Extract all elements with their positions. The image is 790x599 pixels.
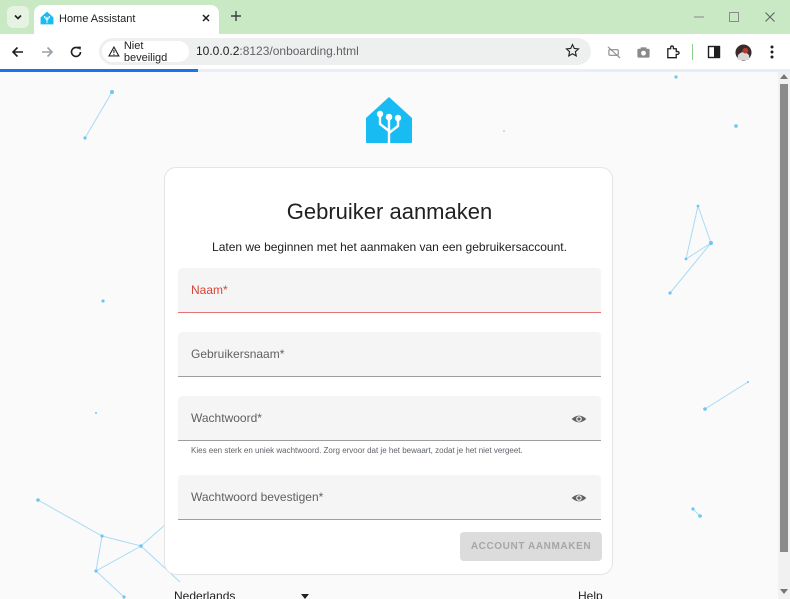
- tab-title: Home Assistant: [59, 13, 136, 25]
- toolbar-divider: [692, 44, 693, 60]
- url-host: 10.0.0.2: [196, 44, 240, 58]
- close-icon: [765, 12, 775, 22]
- minimize-icon: [694, 16, 704, 18]
- help-link[interactable]: Help: [578, 589, 603, 599]
- warning-triangle-icon: [108, 46, 120, 57]
- onboarding-card: Gebruiker aanmaken Laten we beginnen met…: [164, 167, 613, 575]
- plus-icon: [231, 11, 241, 21]
- reload-button[interactable]: [65, 41, 87, 63]
- puzzle-icon: [666, 44, 680, 58]
- home-assistant-favicon-icon: [40, 11, 54, 25]
- arrow-left-icon: [11, 46, 23, 58]
- url-path: :8123/onboarding.html: [239, 44, 359, 58]
- password-field[interactable]: Wachtwoord*: [178, 396, 601, 441]
- screenshot-button[interactable]: [632, 41, 654, 63]
- extensions-button[interactable]: [661, 41, 683, 63]
- scrollbar-thumb[interactable]: [780, 84, 788, 552]
- chevron-down-icon: [14, 14, 22, 20]
- key-off-icon: [607, 45, 621, 59]
- eye-icon[interactable]: [571, 411, 587, 427]
- address-bar[interactable]: Niet beveiligd 10.0.0.2:8123/onboarding.…: [99, 38, 591, 65]
- window-close-button[interactable]: [759, 6, 781, 28]
- page-viewport: Gebruiker aanmaken Laten we beginnen met…: [0, 72, 778, 599]
- camera-icon: [636, 46, 650, 58]
- bookmark-button[interactable]: [565, 43, 580, 63]
- create-account-button[interactable]: ACCOUNT AANMAKEN: [460, 532, 602, 561]
- minimize-button[interactable]: [688, 6, 710, 28]
- password-field-label: Wachtwoord*: [191, 411, 262, 425]
- star-icon: [565, 43, 580, 57]
- avatar: [734, 43, 752, 61]
- back-button[interactable]: [7, 41, 29, 63]
- side-panel-icon: [707, 45, 721, 59]
- confirm-password-field[interactable]: Wachtwoord bevestigen*: [178, 475, 601, 520]
- language-select[interactable]: Nederlands: [174, 589, 235, 599]
- new-tab-button[interactable]: [227, 6, 245, 26]
- page-subtitle: Laten we beginnen met het aanmaken van e…: [212, 240, 567, 254]
- more-vertical-icon: [770, 45, 774, 59]
- page-scrollbar[interactable]: [778, 72, 790, 599]
- url-text: 10.0.0.2:8123/onboarding.html: [196, 44, 359, 58]
- side-panel-button[interactable]: [703, 41, 725, 63]
- arrow-right-icon: [42, 46, 54, 58]
- tab-close-button[interactable]: [197, 9, 215, 27]
- username-field-label: Gebruikersnaam*: [191, 347, 285, 361]
- site-security-chip[interactable]: Niet beveiligd: [102, 39, 189, 64]
- forward-button[interactable]: [36, 41, 58, 63]
- dropdown-caret-icon[interactable]: [301, 594, 309, 599]
- maximize-icon: [729, 12, 739, 22]
- password-helper-text: Kies een sterk en uniek wachtwoord. Zorg…: [191, 446, 523, 455]
- name-field[interactable]: Naam*: [178, 268, 601, 313]
- home-assistant-logo-icon: [366, 97, 412, 143]
- tab-search-button[interactable]: [7, 6, 29, 28]
- name-field-label: Naam*: [191, 283, 228, 297]
- maximize-button[interactable]: [723, 6, 745, 28]
- confirm-password-field-label: Wachtwoord bevestigen*: [191, 490, 324, 504]
- username-field[interactable]: Gebruikersnaam*: [178, 332, 601, 377]
- scroll-down-arrow-icon[interactable]: [780, 589, 788, 594]
- browser-toolbar: Niet beveiligd 10.0.0.2:8123/onboarding.…: [0, 34, 790, 69]
- password-manager-button[interactable]: [603, 41, 625, 63]
- page-title: Gebruiker aanmaken: [286, 199, 493, 224]
- close-icon: [202, 14, 210, 22]
- scroll-up-arrow-icon[interactable]: [780, 74, 788, 79]
- profile-button[interactable]: [732, 41, 754, 63]
- browser-tab[interactable]: Home Assistant: [34, 5, 219, 34]
- reload-icon: [70, 46, 82, 58]
- eye-icon[interactable]: [571, 490, 587, 506]
- browser-menu-button[interactable]: [761, 41, 783, 63]
- tab-strip: Home Assistant: [0, 0, 790, 34]
- security-label: Niet beveiligd: [123, 39, 168, 64]
